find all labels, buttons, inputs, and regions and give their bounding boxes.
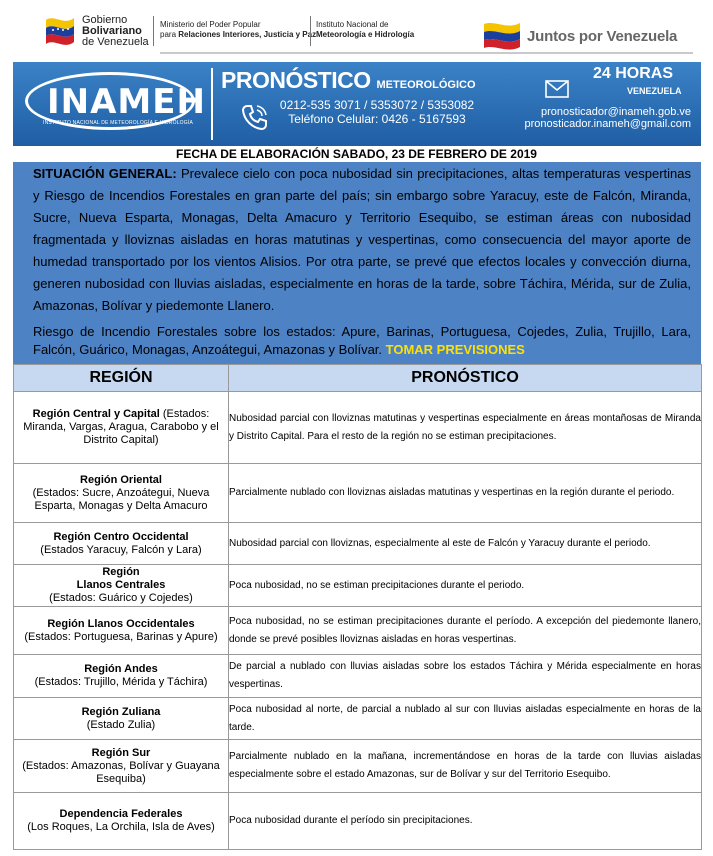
inameh-logo: INAMEH INSTITUTO NACIONAL DE METEOROLOGÍ… — [25, 72, 205, 132]
forecast-cell: Poca nubosidad al norte, de parcial a nu… — [228, 697, 702, 740]
fire-risk-text: Riesgo de Incendio Forestales sobre los … — [33, 324, 691, 357]
column-header-region: REGIÓN — [13, 364, 229, 392]
column-header-forecast: PRONÓSTICO — [228, 364, 702, 392]
general-situation: SITUACIÓN GENERAL: Prevalece cielo con p… — [13, 162, 701, 364]
table-row: Región Zuliana (Estado Zulia) Poca nubosi… — [13, 697, 702, 740]
region-cell: Región Oriental (Estados: Sucre, Anzoáteg… — [13, 463, 229, 523]
issue-date: FECHA DE ELABORACIÓN SABADO, 23 DE FEBRE… — [176, 147, 537, 161]
phone-icon — [241, 105, 267, 131]
forecast-cell: Poca nubosidad, no se estiman precipitac… — [228, 606, 702, 655]
warning-text: TOMAR PREVISIONES — [382, 342, 525, 357]
divider — [160, 52, 693, 54]
forecast-cell: Poca nubosidad durante el período sin pr… — [228, 792, 702, 850]
forecast-table: REGIÓN PRONÓSTICO Región Central y Capit… — [13, 364, 702, 850]
table-row: Región Central y Capital (Estados: Miran… — [13, 391, 702, 464]
region-cell: Región Sur (Estados: Amazonas, Bolívar y … — [13, 739, 229, 793]
government-header: Gobierno Bolivariano de Venezuela Minist… — [0, 0, 713, 60]
forecast-cell: De parcial a nublado con lluvias aislada… — [228, 654, 702, 698]
divider — [310, 16, 311, 46]
table-row: Región Llanos Centrales (Estados: Guárico… — [13, 564, 702, 607]
table-row: Región Llanos Occidentales (Estados: Port… — [13, 606, 702, 655]
table-row: Región Andes (Estados: Trujillo, Mérida y… — [13, 654, 702, 698]
slogan-block: Juntos por Venezuela — [483, 20, 693, 52]
venezuela-flag-icon — [484, 23, 520, 50]
region-cell: Región Zuliana (Estado Zulia) — [13, 697, 229, 740]
ministry-name: Ministerio del Poder Popular para Relaci… — [160, 20, 317, 39]
email-link[interactable]: pronosticador@inameh.gob.ve — [513, 106, 691, 118]
divider — [211, 68, 213, 140]
logo-text: INAMEH — [47, 82, 206, 122]
forecast-cell: Parcialmente nublado con lloviznas aisla… — [228, 463, 702, 523]
slogan-text: Juntos por Venezuela — [527, 28, 678, 45]
forecast-cell: Poca nubosidad, no se estiman precipitac… — [228, 564, 702, 607]
page-title: PRONÓSTICO METEOROLÓGICO — [221, 67, 476, 93]
venezuela-flag-icon — [46, 18, 74, 45]
region-cell: Dependencia Federales (Los Roques, La Orc… — [13, 792, 229, 850]
table-row: Región Oriental (Estados: Sucre, Anzoáteg… — [13, 463, 702, 523]
table-row: Región Sur (Estados: Amazonas, Bolívar y … — [13, 739, 702, 793]
region-cell: Región Andes (Estados: Trujillo, Mérida y… — [13, 654, 229, 698]
inameh-banner: INAMEH INSTITUTO NACIONAL DE METEOROLOGÍ… — [13, 62, 701, 146]
forecast-cell: Nubosidad parcial con lloviznas matutina… — [228, 391, 702, 464]
country-label: VENEZUELA — [627, 86, 682, 96]
table-row: Dependencia Federales (Los Roques, La Orc… — [13, 792, 702, 850]
forecast-cell: Nubosidad parcial con lloviznas, especia… — [228, 522, 702, 565]
region-cell: Región Llanos Occidentales (Estados: Port… — [13, 606, 229, 655]
divider — [153, 16, 154, 46]
region-cell: Región Central y Capital (Estados: Miran… — [13, 391, 229, 464]
phone-numbers: 0212-535 3071 / 5353072 / 5353082 Teléfo… — [279, 98, 475, 126]
contact-emails: pronosticador@inameh.gob.ve pronosticado… — [513, 106, 691, 130]
table-header-row: REGIÓN PRONÓSTICO — [13, 364, 702, 392]
region-cell: Región Centro Occidental (Estados Yaracuy… — [13, 522, 229, 565]
email-link[interactable]: pronosticador.inameh@gmail.com — [513, 118, 691, 130]
government-name: Gobierno Bolivariano de Venezuela — [82, 14, 149, 48]
forecast-cell: Parcialmente nublado en la mañana, incre… — [228, 739, 702, 793]
table-row: Región Centro Occidental (Estados Yaracuy… — [13, 522, 702, 565]
situation-text: SITUACIÓN GENERAL: Prevalece cielo con p… — [33, 166, 691, 313]
region-cell: Región Llanos Centrales (Estados: Guárico… — [13, 564, 229, 607]
institute-name: Instituto Nacional de Meteorología e Hid… — [316, 20, 415, 39]
forecast-period: 24 HORAS — [593, 65, 674, 82]
mail-icon — [545, 80, 569, 98]
logo-subtitle: INSTITUTO NACIONAL DE METEOROLOGÍA E HID… — [43, 120, 193, 126]
